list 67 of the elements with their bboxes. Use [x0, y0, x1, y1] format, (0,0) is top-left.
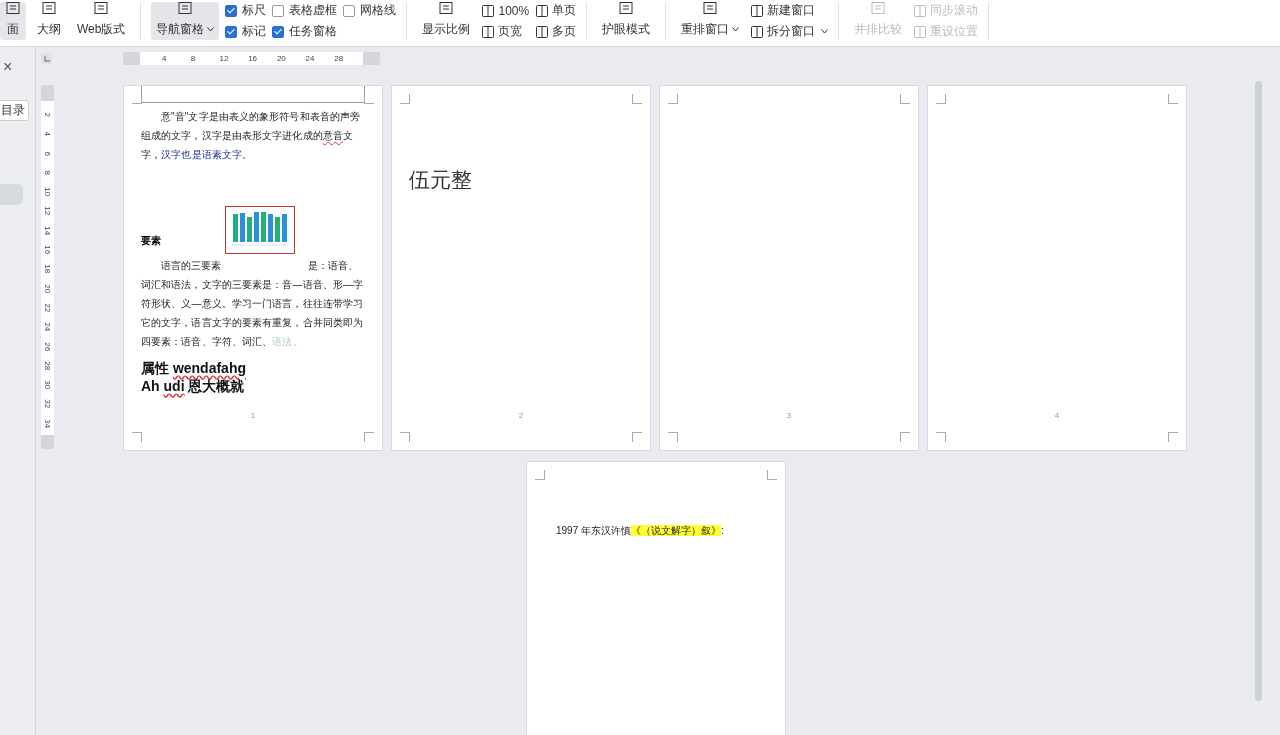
- button-label: 新建窗口: [767, 2, 816, 19]
- toolbar-button[interactable]: 大纲: [32, 2, 66, 40]
- button-label: 大纲: [37, 21, 61, 38]
- toolbar-button[interactable]: 导航窗格: [151, 2, 220, 40]
- page-icon: [535, 3, 550, 18]
- bold-text: 属性 wendafahg: [141, 359, 247, 377]
- toolbar-button[interactable]: Web版式: [72, 2, 131, 40]
- page-icon: [481, 24, 496, 39]
- page-text: 伍元整: [409, 167, 473, 194]
- vertical-ruler: 2 4 6 8 10 12 14 16 18 20 22 24 26 28 30 32 34: [41, 85, 54, 449]
- page-icon: [913, 24, 928, 39]
- toolbar-button[interactable]: 100%: [481, 2, 530, 19]
- document-icon: [870, 2, 887, 14]
- checkbox[interactable]: 网格线: [343, 2, 397, 19]
- button-label: 重设位置: [930, 23, 979, 40]
- page-number: 3: [785, 411, 793, 420]
- close-button[interactable]: ×: [3, 58, 13, 76]
- toolbar-button[interactable]: 重排窗口: [676, 2, 745, 40]
- document-icon: [5, 2, 21, 14]
- button-label: 导航窗格: [156, 21, 205, 38]
- checkbox[interactable]: 表格虚框: [272, 2, 338, 19]
- toolbar-button[interactable]: 新建窗口: [750, 2, 829, 19]
- bold-text: Ah udi 恩大概就: [141, 377, 246, 395]
- button-label: 100%: [498, 3, 530, 18]
- page-icon: [481, 3, 496, 18]
- toolbar-button[interactable]: 多页: [535, 23, 577, 40]
- page-icon: [750, 3, 765, 18]
- button-label: 重排窗口: [681, 21, 730, 38]
- checkbox[interactable]: 标记: [225, 23, 267, 40]
- button-label: 页宽: [498, 23, 523, 40]
- button-label: 显示比例: [422, 21, 471, 38]
- button-label: 多页: [552, 23, 577, 40]
- toolbar-button[interactable]: 拆分窗口: [750, 23, 829, 40]
- tab-stop-icon[interactable]: [41, 53, 52, 64]
- page-number: 4: [1053, 411, 1061, 420]
- document-icon: [618, 2, 635, 14]
- horizontal-ruler: 4 8 12 16 20 24 28: [123, 52, 380, 65]
- button-label: Web版式: [77, 21, 126, 38]
- toolbar-button[interactable]: 单页: [535, 2, 577, 19]
- toolbar-button[interactable]: 页宽: [481, 23, 530, 40]
- button-label: 同步滚动: [930, 2, 979, 19]
- paragraph: 语言的三要素 是：语音、词汇和语法，文字的三要素是：音—语音、形—字符形状、义—意义。学习一门语言，往往连带学习它的文字，语言文字的要素有重复，合并同类即为四要素：语音、字符、词汇、语法。: [141, 259, 365, 349]
- toolbar-button[interactable]: 面: [0, 2, 26, 40]
- document-icon: [177, 2, 194, 14]
- page-icon: [750, 24, 765, 39]
- document-icon: [438, 2, 455, 14]
- document-icon: [41, 2, 57, 14]
- button-label: 并排比较: [854, 21, 903, 38]
- paragraph: 意"音"文字是由表义的象形符号和表音的声旁组成的文字，汉字是由表形文字进化成的意音文字，汉字也是语素文字。: [141, 110, 362, 162]
- page-icon: [913, 3, 928, 18]
- document-icon: [93, 2, 110, 14]
- toolbar-button[interactable]: 显示比例: [417, 2, 476, 40]
- button-label: 单页: [552, 2, 577, 19]
- toc-button[interactable]: 目录: [0, 100, 29, 121]
- heading: 要素: [141, 234, 161, 248]
- document-icon: [702, 2, 719, 14]
- checkbox[interactable]: 标尺: [225, 2, 267, 19]
- button-label: 拆分窗口: [767, 23, 816, 40]
- page-number: 2: [517, 411, 525, 420]
- button-label: 面: [7, 21, 19, 38]
- bar-chart-drawing: [225, 206, 295, 254]
- paragraph: 1997 年东汉许慎《（说文解字）叙》:: [556, 524, 725, 538]
- page-icon: [535, 24, 550, 39]
- toolbar-button[interactable]: 护眼模式: [597, 2, 656, 40]
- checkbox[interactable]: 任务窗格: [272, 23, 338, 40]
- page-number: 1: [249, 411, 257, 420]
- button-label: 护眼模式: [602, 21, 651, 38]
